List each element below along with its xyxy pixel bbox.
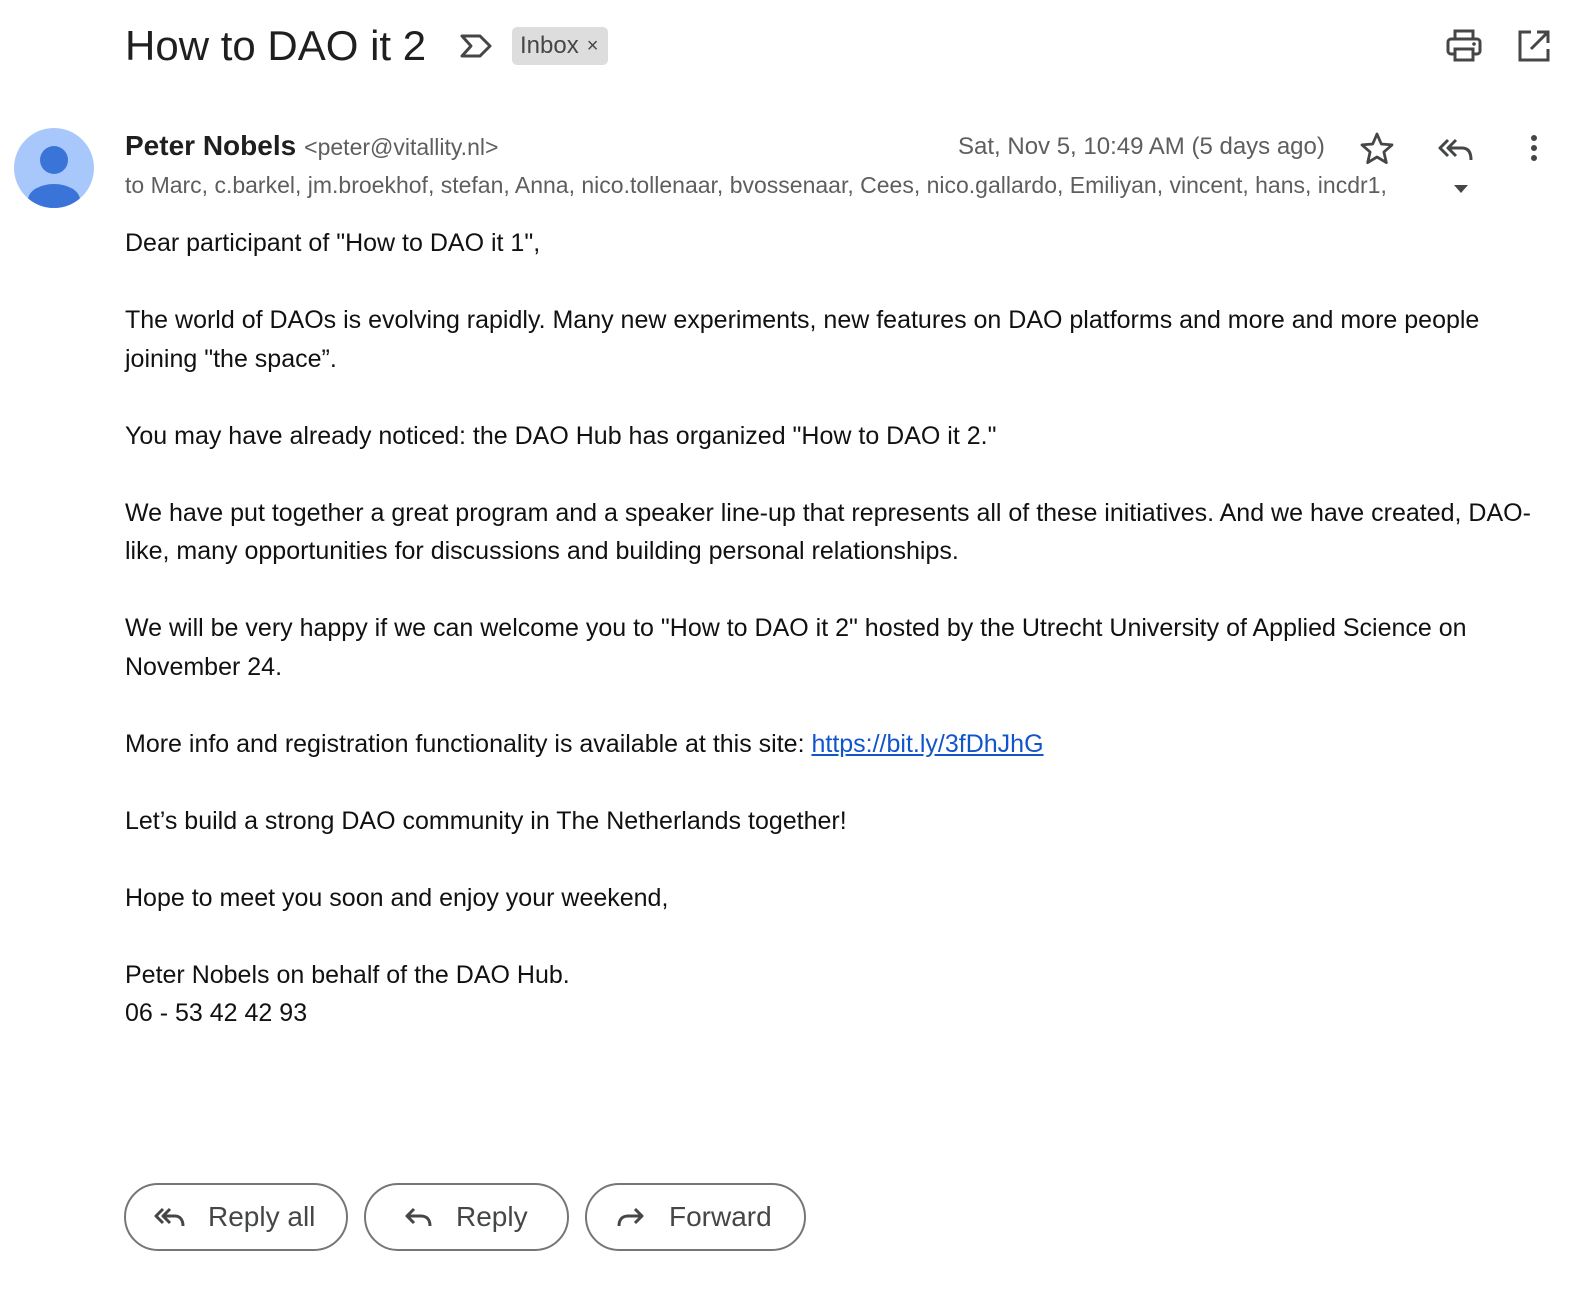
- sender-line: Peter Nobels <peter@vitallity.nl>: [125, 130, 498, 162]
- body-paragraph-link: More info and registration functionality…: [125, 725, 1535, 764]
- open-in-new-window-icon[interactable]: [1514, 26, 1554, 66]
- recipients-line: to Marc, c.barkel, jm.broekhof, stefan, …: [125, 172, 1387, 198]
- link-prefix-text: More info and registration functionality…: [125, 729, 812, 758]
- inbox-label-chip: Inbox ×: [512, 27, 609, 65]
- reply-label: Reply: [456, 1201, 528, 1232]
- body-paragraph: You may have already noticed: the DAO Hu…: [125, 421, 997, 450]
- forward-label: Forward: [669, 1201, 772, 1232]
- signature-line: Peter Nobels on behalf of the DAO Hub.: [125, 960, 570, 989]
- remove-label-icon[interactable]: ×: [587, 36, 599, 56]
- reply-icon: [405, 1207, 432, 1227]
- forward-button[interactable]: Forward: [585, 1183, 806, 1251]
- more-vert-icon[interactable]: [1516, 130, 1552, 168]
- sender-avatar[interactable]: [14, 128, 94, 208]
- reply-button[interactable]: Reply: [364, 1183, 569, 1251]
- important-marker-icon[interactable]: [458, 30, 494, 62]
- body-paragraph: We have put together a great program and…: [125, 498, 1531, 566]
- body-paragraph: The world of DAOs is evolving rapidly. M…: [125, 306, 1480, 373]
- reply-all-icon: [154, 1207, 185, 1227]
- body-paragraph: Let’s build a strong DAO community in Th…: [125, 806, 847, 835]
- signature-phone: 06 - 53 42 42 93: [125, 999, 308, 1027]
- label-chip-text: Inbox: [520, 32, 579, 59]
- registration-link[interactable]: https://bit.ly/3fDhJhG: [811, 730, 1043, 758]
- arrow-drop-down-icon[interactable]: [1448, 176, 1474, 200]
- email-subject: How to DAO it 2: [125, 22, 427, 69]
- email-body: Dear participant of "How to DAO it 1", T…: [125, 224, 1535, 1033]
- body-greeting: Dear participant of "How to DAO it 1",: [125, 229, 541, 257]
- sender-email: <peter@vitallity.nl>: [304, 134, 499, 160]
- sender-name[interactable]: Peter Nobels: [125, 130, 296, 162]
- reply-all-label: Reply all: [208, 1201, 316, 1232]
- body-paragraph: We will be very happy if we can welcome …: [125, 614, 1467, 681]
- star-icon[interactable]: [1358, 130, 1396, 168]
- body-paragraph: Hope to meet you soon and enjoy your wee…: [125, 883, 669, 912]
- reply-all-icon[interactable]: [1436, 130, 1476, 168]
- reply-all-button[interactable]: Reply all: [124, 1183, 348, 1251]
- email-date: Sat, Nov 5, 10:49 AM (5 days ago): [958, 133, 1325, 160]
- forward-icon: [617, 1207, 644, 1227]
- print-icon[interactable]: [1444, 26, 1484, 66]
